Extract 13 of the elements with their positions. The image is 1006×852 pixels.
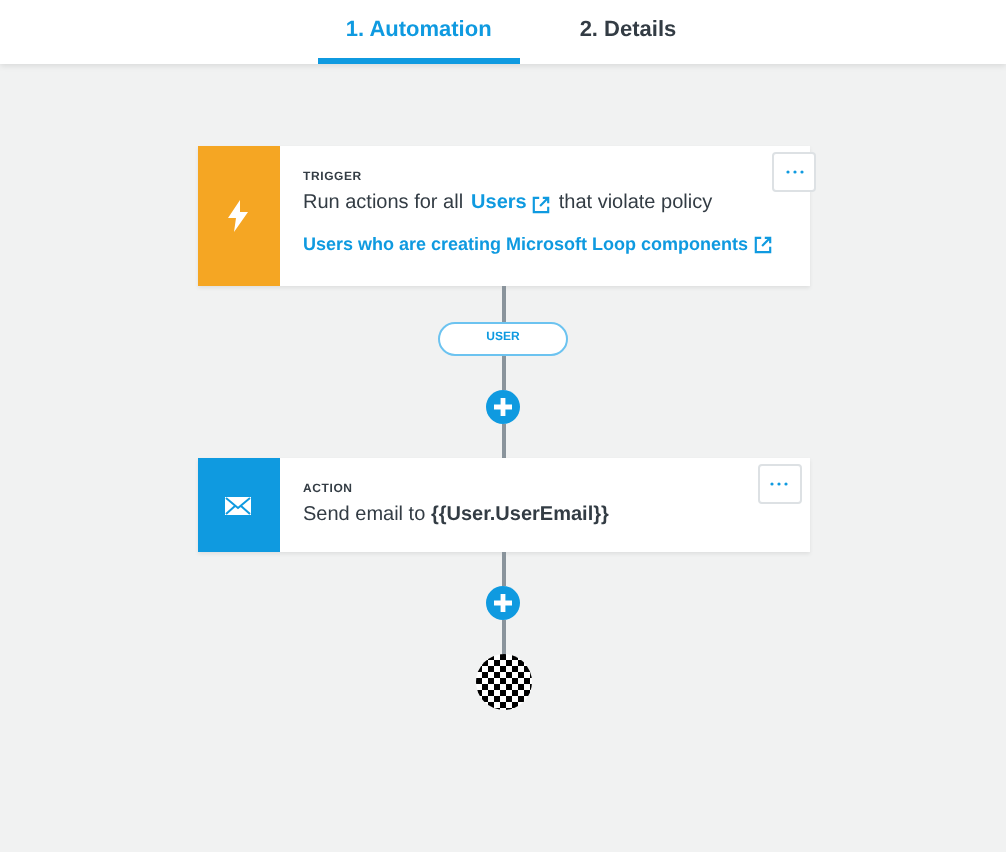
plus-icon [494, 398, 512, 416]
tab[interactable]: 2. Details [551, 0, 705, 64]
add-step-button[interactable] [486, 586, 520, 620]
plus-icon [494, 594, 512, 612]
step-description: Send email to {{User.UserEmail}} [303, 502, 609, 530]
add-step-button[interactable] [486, 390, 520, 424]
checkered-flag-icon [475, 654, 531, 710]
envelope-icon [224, 495, 252, 515]
lightning-icon [228, 200, 248, 232]
external-link-icon [754, 235, 773, 253]
external-link-icon [532, 195, 551, 213]
step-description: that violate policy [558, 190, 713, 218]
step-description: Run actions for all [303, 190, 464, 218]
